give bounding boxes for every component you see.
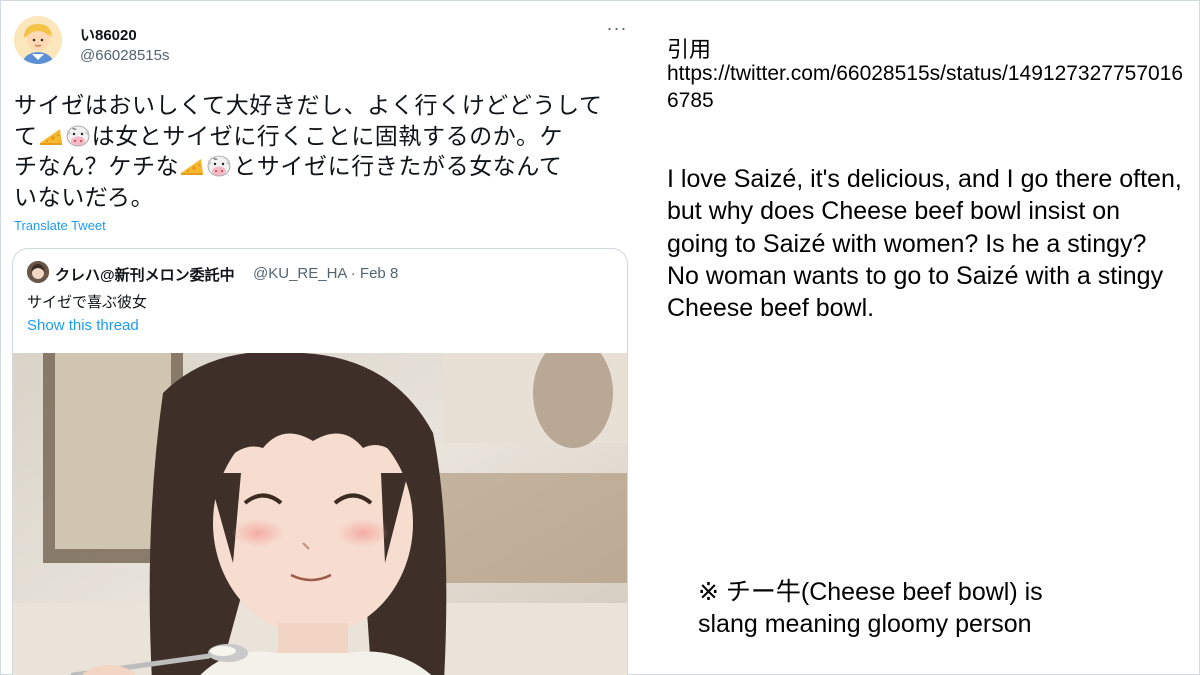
translate-tweet-link[interactable]: Translate Tweet [14, 218, 106, 233]
cheese-icon [181, 159, 204, 175]
tweet-text-line3a: チなん？ケチな [14, 154, 180, 180]
avatar[interactable] [14, 16, 62, 64]
anime-girl-illustration [13, 353, 627, 675]
quote-url: https://twitter.com/66028515s/status/149… [667, 62, 1184, 112]
tweet-text: サイゼはおいしくて大好きだし、よく行くけどどうして て は女とサイゼに行くことに… [14, 91, 624, 213]
tweet-card: い86020 @66028515s ··· サイゼはおいしくて大好きだし、よく行… [0, 0, 642, 675]
quoted-avatar[interactable] [27, 261, 49, 283]
quoted-avatar-illustration [27, 261, 49, 283]
tweet-text-line2-prefix: て [14, 123, 38, 150]
more-options-icon[interactable]: ··· [606, 19, 628, 44]
avatar-illustration [14, 16, 62, 64]
tweet-text-line2: は女とサイゼに行くことに固執するのか。ケ [91, 123, 564, 150]
display-name[interactable]: い86020 [80, 24, 137, 45]
user-handle[interactable]: @66028515s [80, 47, 169, 64]
translation-paragraph-2: No woman wants to go to Saizé with a sti… [667, 261, 1164, 323]
cow-icon [66, 125, 90, 146]
tweet-text-line4: いないだろ。 [14, 184, 155, 211]
slang-note-line1: ※ チー牛(Cheese beef bowl) is [698, 578, 1043, 606]
tweet-text-line1: サイゼはおいしくて大好きだし、よく行くけどどうして [14, 93, 603, 119]
quoted-media-image[interactable] [13, 353, 627, 675]
quoted-tweet[interactable]: クレハ@新刊メロン委託中 @KU_RE_HA · Feb 8 サイゼで喜ぶ彼女 … [12, 248, 628, 675]
quoted-handle-date[interactable]: @KU_RE_HA · Feb 8 [253, 265, 398, 282]
show-thread-link[interactable]: Show this thread [27, 317, 139, 334]
quoted-display-name[interactable]: クレハ@新刊メロン委託中 [55, 264, 235, 285]
translation-paragraph-1: I love Saizé, it's delicious, and I go t… [667, 165, 1182, 258]
quoted-tweet-text: サイゼで喜ぶ彼女 [27, 294, 148, 311]
cow-icon [207, 155, 231, 177]
cheese-icon [39, 128, 62, 145]
tweet-text-line3b: とサイゼに行きたがる女なんて [233, 154, 563, 180]
slang-note: ※ チー牛(Cheese beef bowl) is slang meaning… [698, 576, 1158, 640]
english-translation: I love Saizé, it's delicious, and I go t… [667, 163, 1187, 324]
slang-note-line2: slang meaning gloomy person [698, 610, 1032, 638]
